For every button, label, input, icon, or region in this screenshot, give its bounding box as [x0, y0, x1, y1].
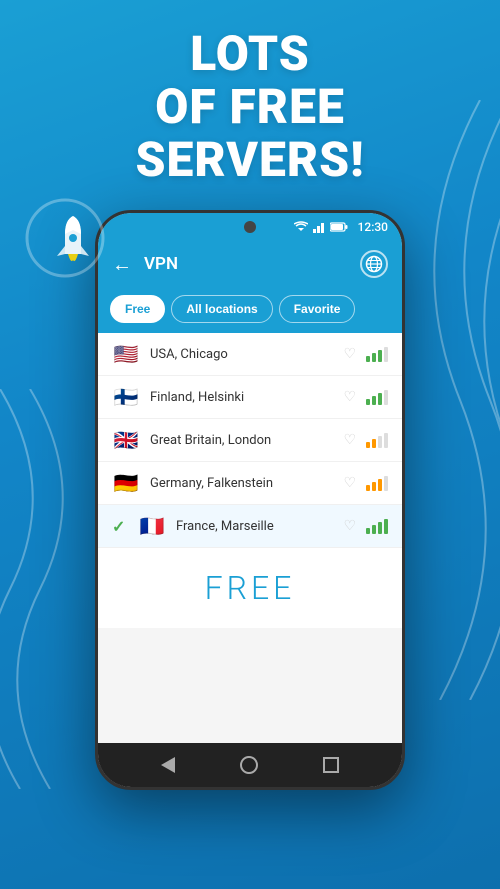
free-badge-section: FREE — [98, 548, 402, 628]
nav-title: VPN — [144, 254, 348, 274]
tab-bar: Free All locations Favorite — [98, 287, 402, 333]
status-time: 12:30 — [358, 220, 388, 234]
phone-screen: 12:30 ← VPN Free All locations Favorite — [98, 213, 402, 787]
server-item-gb[interactable]: 🇬🇧 Great Britain, London ♡ — [98, 419, 402, 462]
back-nav-button[interactable] — [161, 757, 175, 773]
server-name-germany: Germany, Falkenstein — [150, 476, 333, 491]
server-name-finland: Finland, Helsinki — [150, 390, 333, 405]
flag-france: 🇫🇷 — [138, 516, 166, 536]
favorite-gb[interactable]: ♡ — [343, 432, 356, 448]
hero-line3: servers! — [136, 131, 365, 188]
signal-france — [366, 518, 388, 534]
phone-camera — [244, 221, 256, 233]
server-item-finland[interactable]: 🇫🇮 Finland, Helsinki ♡ — [98, 376, 402, 419]
hero-line1: Lots — [190, 25, 310, 82]
flag-usa: 🇺🇸 — [112, 344, 140, 364]
phone-bottom-nav — [98, 743, 402, 787]
phone-mockup: 12:30 ← VPN Free All locations Favorite — [95, 210, 405, 790]
top-nav: ← VPN — [98, 241, 402, 287]
signal-germany — [366, 475, 388, 491]
server-name-gb: Great Britain, London — [150, 433, 333, 448]
tab-favorite[interactable]: Favorite — [279, 295, 356, 323]
favorite-france[interactable]: ♡ — [343, 518, 356, 534]
back-button[interactable]: ← — [112, 252, 132, 277]
favorite-usa[interactable]: ♡ — [343, 346, 356, 362]
globe-button[interactable] — [360, 250, 388, 278]
recent-nav-button[interactable] — [323, 757, 339, 773]
status-icons — [294, 221, 348, 233]
home-nav-button[interactable] — [240, 756, 258, 774]
server-list: 🇺🇸 USA, Chicago ♡ 🇫🇮 Finland, Helsinki ♡ — [98, 333, 402, 628]
server-name-france: France, Marseille — [176, 519, 333, 534]
favorite-finland[interactable]: ♡ — [343, 389, 356, 405]
server-item-germany[interactable]: 🇩🇪 Germany, Falkenstein ♡ — [98, 462, 402, 505]
hero-section: Lots of free servers! — [0, 28, 500, 186]
tab-free[interactable]: Free — [110, 295, 165, 323]
favorite-germany[interactable]: ♡ — [343, 475, 356, 491]
tab-all-locations[interactable]: All locations — [171, 295, 272, 323]
server-item-france[interactable]: ✓ 🇫🇷 France, Marseille ♡ — [98, 505, 402, 548]
signal-finland — [366, 389, 388, 405]
signal-gb — [366, 432, 388, 448]
free-badge: FREE — [205, 569, 296, 607]
selected-checkmark: ✓ — [112, 517, 128, 536]
flag-finland: 🇫🇮 — [112, 387, 140, 407]
hero-line2: of free — [155, 78, 345, 135]
server-name-usa: USA, Chicago — [150, 347, 333, 362]
server-item-usa[interactable]: 🇺🇸 USA, Chicago ♡ — [98, 333, 402, 376]
flag-germany: 🇩🇪 — [112, 473, 140, 493]
flag-gb: 🇬🇧 — [112, 430, 140, 450]
rocket-icon — [25, 198, 105, 278]
signal-usa — [366, 346, 388, 362]
